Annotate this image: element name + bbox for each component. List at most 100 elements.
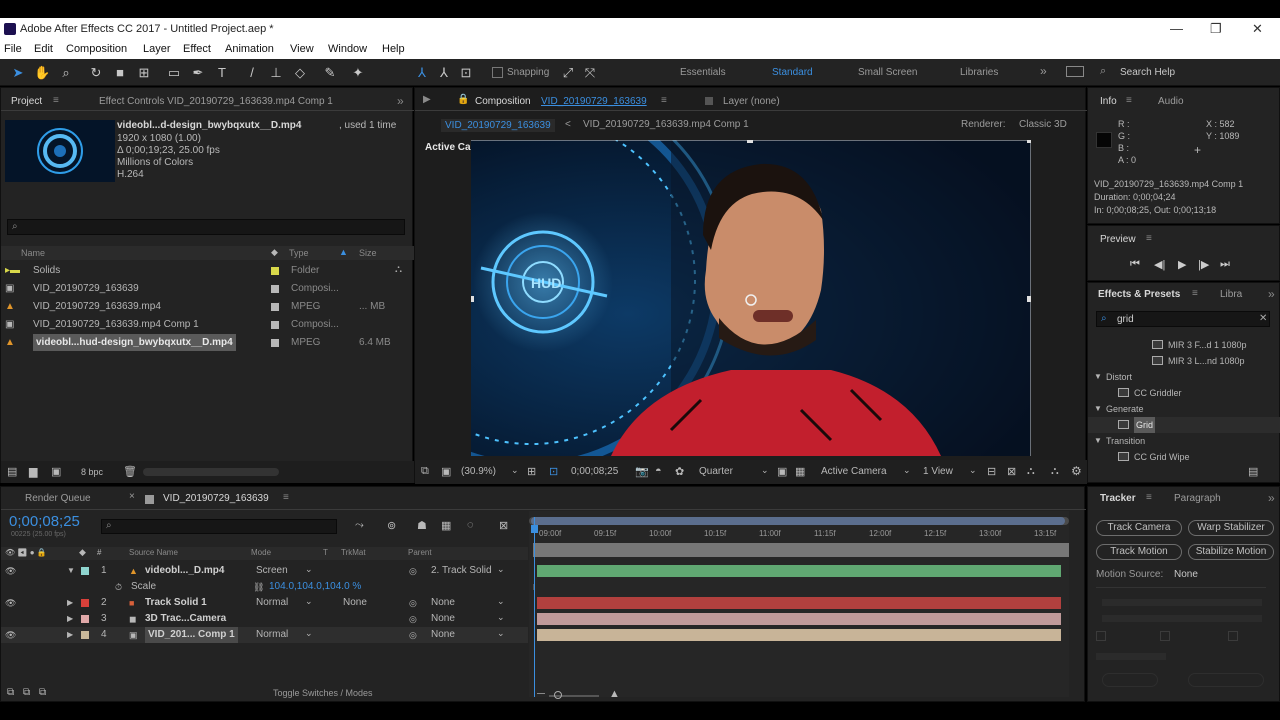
- shy-layers-icon[interactable]: ☗: [417, 519, 427, 532]
- column-trkmat[interactable]: TrkMat: [341, 548, 366, 557]
- project-panel-menu-icon[interactable]: ≡: [53, 95, 59, 106]
- menu-help[interactable]: Help: [382, 43, 405, 55]
- chevron-down-icon[interactable]: ⌄: [497, 561, 505, 577]
- label-column-icon[interactable]: ◆: [79, 547, 86, 558]
- work-area-bar[interactable]: [529, 517, 1069, 525]
- snap-icon[interactable]: ⤢: [560, 65, 576, 81]
- effects-panel-menu-icon[interactable]: ≡: [1192, 288, 1198, 299]
- close-tab-icon[interactable]: ×: [129, 491, 135, 502]
- tracker-panel-menu-icon[interactable]: ≡: [1146, 492, 1152, 503]
- graph-editor-icon[interactable]: ⊠: [499, 519, 508, 532]
- snap-edges-icon[interactable]: ⤧: [582, 65, 598, 81]
- hand-tool-icon[interactable]: ✋: [34, 65, 50, 81]
- playhead-handle[interactable]: [531, 525, 538, 533]
- column-parent[interactable]: Parent: [408, 548, 432, 557]
- menu-effect[interactable]: Effect: [183, 43, 211, 55]
- tab-preview[interactable]: Preview: [1100, 234, 1136, 245]
- camera-tool-icon[interactable]: ■: [112, 65, 128, 81]
- mask-visibility-icon[interactable]: ▣: [441, 465, 451, 478]
- track-camera-button[interactable]: Track Camera: [1096, 520, 1182, 536]
- tab-timeline-comp[interactable]: VID_20190729_163639: [163, 493, 269, 504]
- constrain-proportions-icon[interactable]: ⛓: [253, 579, 264, 595]
- project-item[interactable]: ▲ videobl...hud-design_bwybqxutx__D.mp4 MP…: [1, 334, 414, 351]
- blend-mode-dropdown[interactable]: Screen: [256, 563, 288, 579]
- parent-dropdown[interactable]: None: [431, 611, 455, 627]
- disclosure-triangle-icon[interactable]: ▼: [1094, 433, 1102, 449]
- layer-disclosure-icon[interactable]: ▼: [67, 563, 75, 579]
- minimize-icon[interactable]: —: [1170, 21, 1183, 36]
- resolution-dropdown[interactable]: Quarter: [699, 466, 733, 477]
- axis-local-icon[interactable]: ⅄: [414, 65, 430, 81]
- menu-window[interactable]: Window: [328, 43, 367, 55]
- first-frame-icon[interactable]: ⏮: [1130, 258, 1140, 271]
- workspace-essentials[interactable]: Essentials: [680, 67, 726, 78]
- zoom-out-icon[interactable]: [537, 693, 545, 694]
- new-composition-icon[interactable]: ▣: [51, 465, 61, 478]
- next-frame-icon[interactable]: |▶: [1198, 258, 1209, 271]
- scale-property-row[interactable]: ⏱ Scale ⛓ 104.0,104.0,104.0 %: [1, 579, 528, 595]
- camera-chevron-icon[interactable]: ⌄: [903, 465, 911, 476]
- track-motion-button[interactable]: Track Motion: [1096, 544, 1182, 560]
- layer-row[interactable]: 👁 ▶ 2 ■ Track Solid 1 Normal ⌄ None ◎ None ⌄: [1, 595, 528, 611]
- rotate-tool-icon[interactable]: ↻: [88, 65, 104, 81]
- chevron-down-icon[interactable]: ⌄: [497, 609, 505, 625]
- project-search-input[interactable]: ⌕: [7, 219, 405, 235]
- composition-mini-flowchart-icon[interactable]: ⤳: [355, 519, 364, 532]
- layer-panel-lock-icon[interactable]: [705, 97, 713, 105]
- effect-item[interactable]: Grid: [1088, 417, 1280, 433]
- pick-whip-icon[interactable]: ◎: [409, 595, 417, 611]
- close-icon[interactable]: ✕: [1252, 21, 1263, 37]
- menu-edit[interactable]: Edit: [34, 43, 53, 55]
- more-workspaces-icon[interactable]: »: [1040, 64, 1047, 78]
- workspace-menu-icon[interactable]: [1066, 66, 1084, 77]
- tracker-disabled-button[interactable]: [1188, 673, 1264, 687]
- effect-category[interactable]: ▼ Distort: [1088, 369, 1280, 385]
- column-name[interactable]: Name: [21, 248, 45, 258]
- breadcrumb-comp[interactable]: VID_20190729_163639: [441, 119, 555, 132]
- effect-item[interactable]: CC Grid Wipe: [1088, 449, 1280, 465]
- pick-whip-icon[interactable]: ◎: [409, 627, 417, 643]
- roto-brush-tool-icon[interactable]: ✎: [322, 65, 338, 81]
- toggle-switches-modes[interactable]: Toggle Switches / Modes: [273, 688, 373, 698]
- zoom-slider-handle[interactable]: [554, 691, 562, 699]
- warp-stabilizer-button[interactable]: Warp Stabilizer: [1188, 520, 1274, 536]
- timeline-panel-menu-icon[interactable]: ≡: [283, 492, 289, 503]
- preview-panel-menu-icon[interactable]: ≡: [1146, 233, 1152, 244]
- label-color-swatch[interactable]: [271, 267, 279, 275]
- new-preset-icon[interactable]: ▤: [1248, 465, 1258, 478]
- eraser-tool-icon[interactable]: ◇: [292, 65, 308, 81]
- effect-item[interactable]: MIR 3 L...nd 1080p: [1088, 353, 1280, 369]
- zoom-chevron-icon[interactable]: ⌄: [511, 465, 519, 476]
- delete-icon[interactable]: 🗑: [123, 465, 137, 478]
- layer-row[interactable]: 👁 ▼ 1 ▲ videobl..._D.mp4 Screen ⌄ ◎ 2. Track Sol…: [1, 563, 528, 579]
- menu-view[interactable]: View: [290, 43, 314, 55]
- in-out-stretch-icon[interactable]: ⧉: [39, 687, 46, 698]
- label-color-swatch[interactable]: [271, 303, 279, 311]
- column-mode[interactable]: Mode: [251, 548, 271, 557]
- show-snapshot-icon[interactable]: ◓: [655, 465, 662, 477]
- tab-render-queue[interactable]: Render Queue: [25, 493, 91, 504]
- composition-tab-name[interactable]: VID_20190729_163639: [541, 96, 647, 107]
- tab-paragraph[interactable]: Paragraph: [1174, 493, 1221, 504]
- parent-dropdown[interactable]: None: [431, 627, 455, 643]
- effects-more-icon[interactable]: »: [1268, 287, 1275, 301]
- menu-layer[interactable]: Layer: [143, 43, 171, 55]
- stabilize-motion-button[interactable]: Stabilize Motion: [1188, 544, 1274, 560]
- parent-dropdown[interactable]: 2. Track Solid: [431, 563, 492, 579]
- effect-category[interactable]: ▼ Generate: [1088, 401, 1280, 417]
- work-area-range[interactable]: [533, 543, 1069, 557]
- layer-duration-bar[interactable]: [537, 565, 1061, 577]
- comp-lock-padlock-icon[interactable]: 🔒: [457, 94, 469, 105]
- restore-icon[interactable]: ❐: [1210, 21, 1222, 37]
- zoom-in-icon[interactable]: ▲: [609, 688, 620, 700]
- label-color-swatch[interactable]: [271, 321, 279, 329]
- project-more-icon[interactable]: »: [397, 94, 404, 108]
- fast-previews-icon[interactable]: ▣: [777, 465, 787, 478]
- tab-audio[interactable]: Audio: [1158, 96, 1184, 107]
- draft-3d-icon[interactable]: ⊚: [387, 519, 396, 532]
- region-of-interest-icon[interactable]: ⊡: [549, 465, 558, 478]
- dependencies-icon[interactable]: ⛬: [395, 264, 402, 275]
- visibility-eye-icon[interactable]: 👁: [5, 563, 16, 579]
- column-type[interactable]: Type: [289, 248, 309, 258]
- project-item[interactable]: ▣ VID_20190729_163639.mp4 Comp 1 Composi..…: [1, 316, 414, 333]
